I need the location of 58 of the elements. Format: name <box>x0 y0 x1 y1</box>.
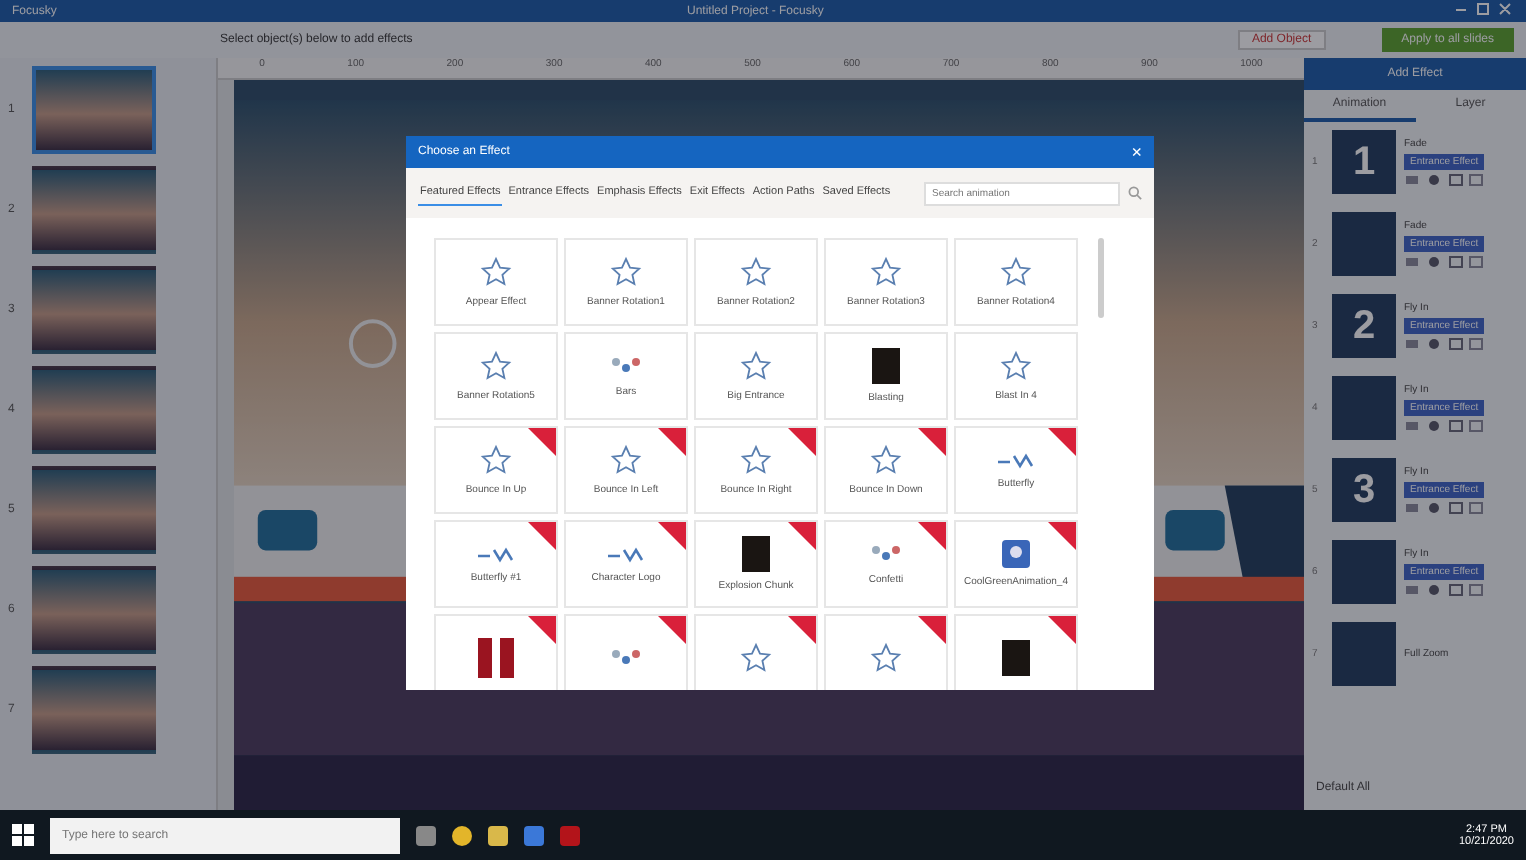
effect-tile[interactable] <box>434 614 558 690</box>
effect-actions-icon[interactable] <box>1404 420 1484 432</box>
windows-icon[interactable] <box>12 824 34 846</box>
effect-thumbnail[interactable] <box>1332 622 1396 686</box>
logo-icon <box>996 450 1036 470</box>
effect-thumbnail[interactable]: 3 <box>1332 458 1396 522</box>
effect-actions-icon[interactable] <box>1404 502 1484 514</box>
effect-thumbnail[interactable] <box>1332 540 1396 604</box>
slide-thumbnail[interactable] <box>32 266 156 354</box>
star-icon <box>740 350 772 382</box>
star-icon <box>870 444 902 476</box>
slide-thumbnail[interactable] <box>32 166 156 254</box>
star-icon <box>740 642 772 674</box>
effect-tile[interactable] <box>694 614 818 690</box>
thumbnail-number: 1 <box>1352 139 1376 185</box>
window-controls-icon[interactable] <box>1454 2 1514 20</box>
thumbnail-number: 2 <box>1352 303 1376 349</box>
dark-thumbnail-icon <box>872 348 900 384</box>
star-icon <box>870 642 902 674</box>
star-icon <box>740 256 772 288</box>
effect-actions-icon[interactable] <box>1404 584 1484 596</box>
star-icon <box>480 350 512 382</box>
close-button[interactable]: × <box>1131 142 1142 162</box>
effect-thumbnail[interactable]: 1 <box>1332 130 1396 194</box>
slide-thumbnail[interactable] <box>32 666 156 754</box>
star-icon <box>1000 350 1032 382</box>
square-icon <box>1002 540 1030 568</box>
slide-thumbnail[interactable] <box>32 566 156 654</box>
effect-tile[interactable] <box>824 614 948 690</box>
star-icon <box>480 444 512 476</box>
search-icon[interactable] <box>1128 186 1142 200</box>
star-icon <box>610 256 642 288</box>
dots-icon <box>608 646 644 670</box>
effect-actions-icon[interactable] <box>1404 174 1484 186</box>
dots-icon <box>608 354 644 378</box>
effect-actions-icon[interactable] <box>1404 256 1484 268</box>
logo-icon <box>476 544 516 564</box>
slide-thumbnail[interactable] <box>32 366 156 454</box>
dots-icon <box>868 542 904 566</box>
effect-actions-icon[interactable] <box>1404 338 1484 350</box>
effect-tile[interactable] <box>564 614 688 690</box>
slide-thumbnail[interactable] <box>32 66 156 154</box>
slide-thumbnail[interactable] <box>32 466 156 554</box>
curtain-icon <box>478 638 514 678</box>
star-icon <box>740 444 772 476</box>
logo-icon <box>606 544 646 564</box>
star-icon <box>480 256 512 288</box>
star-icon <box>1000 256 1032 288</box>
dark-thumbnail-icon <box>742 536 770 572</box>
star-icon <box>610 444 642 476</box>
dark-thumbnail-icon <box>1002 640 1030 676</box>
effect-thumbnail[interactable] <box>1332 212 1396 276</box>
effect-thumbnail[interactable] <box>1332 376 1396 440</box>
effect-thumbnail[interactable]: 2 <box>1332 294 1396 358</box>
thumbnail-number: 3 <box>1352 467 1376 513</box>
star-icon <box>870 256 902 288</box>
scrollbar[interactable] <box>1098 238 1104 318</box>
effect-tile[interactable] <box>954 614 1078 690</box>
